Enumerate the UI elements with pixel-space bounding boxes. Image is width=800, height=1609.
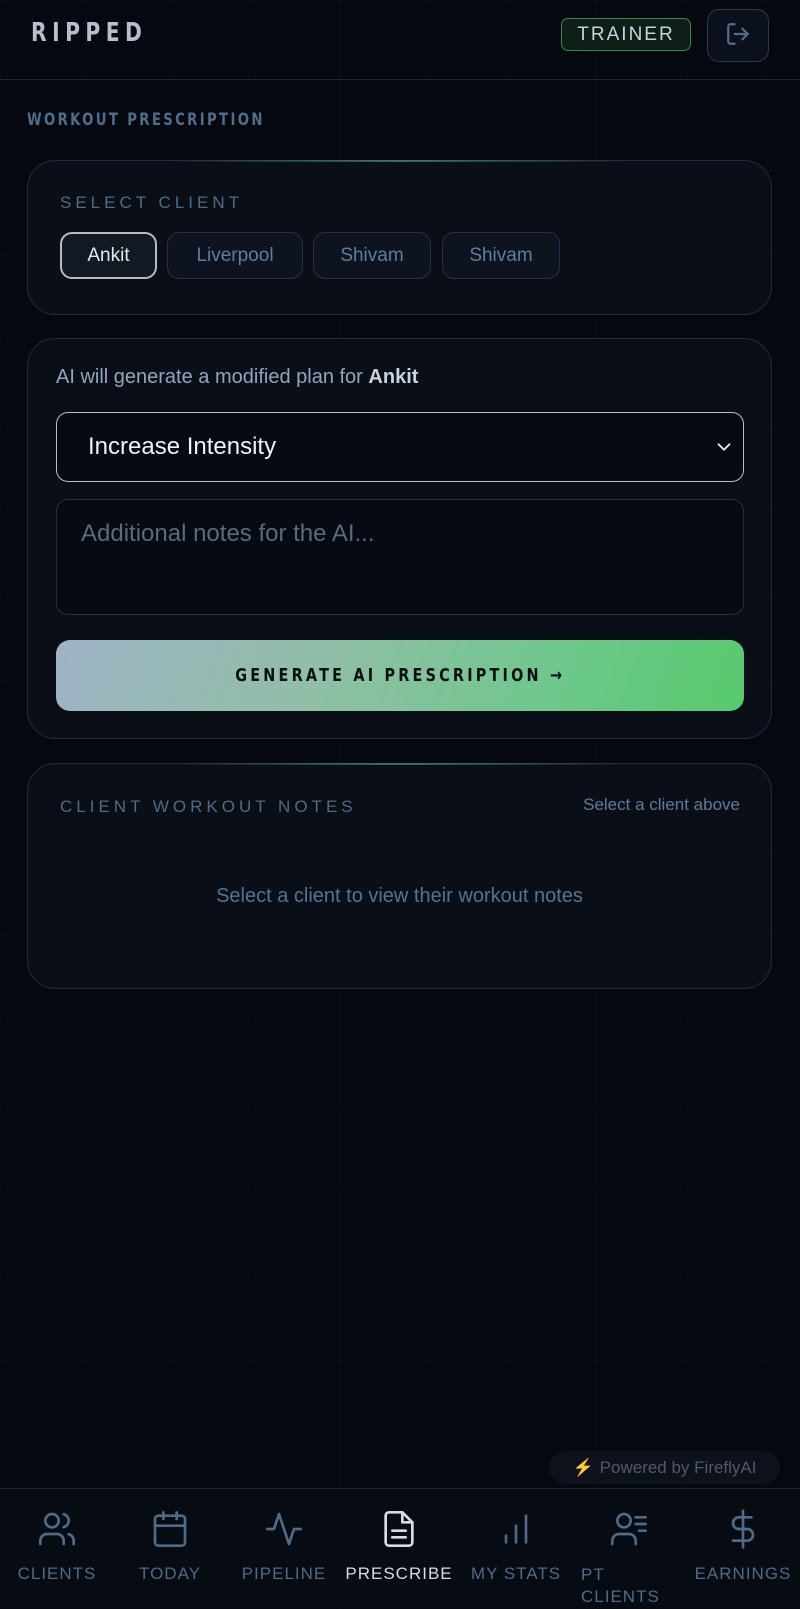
nav-label-today: TODAY bbox=[139, 1564, 201, 1583]
calendar-icon bbox=[150, 1509, 190, 1549]
additional-notes-input[interactable] bbox=[56, 499, 744, 615]
ai-intro-text: AI will generate a modified plan for Ank… bbox=[56, 366, 418, 389]
bottom-nav: CLIENTS TODAY PIPELINE PRESCRIBE MY STAT… bbox=[0, 1488, 800, 1608]
client-chip-ankit[interactable]: Ankit bbox=[60, 232, 157, 279]
logout-icon bbox=[725, 21, 751, 50]
user-list-icon bbox=[609, 1509, 649, 1549]
app-header: RIPPED TRAINER bbox=[0, 0, 800, 80]
workout-notes-empty-message: Select a client to view their workout no… bbox=[216, 885, 583, 907]
nav-label-my-stats: MY STATS bbox=[470, 1564, 562, 1583]
users-icon bbox=[37, 1509, 77, 1549]
modification-type-select[interactable]: Increase Intensity bbox=[56, 412, 744, 482]
select-client-label: SELECT CLIENT bbox=[60, 193, 244, 212]
workout-notes-label: CLIENT WORKOUT NOTES bbox=[60, 797, 357, 816]
workout-notes-card: CLIENT WORKOUT NOTES Select a client abo… bbox=[27, 763, 772, 989]
ai-client-name: Ankit bbox=[368, 366, 419, 388]
nav-label-pipeline: PIPELINE bbox=[241, 1564, 327, 1583]
nav-item-prescribe[interactable]: PRESCRIBE bbox=[342, 1489, 456, 1609]
powered-by-badge: ⚡ Powered by FireflyAI bbox=[549, 1451, 780, 1484]
nav-label-prescribe: PRESCRIBE bbox=[345, 1564, 453, 1583]
client-chip-shivam-2[interactable]: Shivam bbox=[442, 232, 560, 279]
nav-item-pipeline[interactable]: PIPELINE bbox=[227, 1489, 341, 1609]
client-chip-shivam[interactable]: Shivam bbox=[313, 232, 431, 279]
nav-label-earnings: EARNINGS bbox=[694, 1564, 792, 1583]
nav-item-today[interactable]: TODAY bbox=[113, 1489, 227, 1609]
ai-intro-prefix: AI will generate a modified plan for bbox=[56, 366, 363, 388]
chevron-down-icon bbox=[713, 436, 735, 463]
generate-prescription-button[interactable]: GENERATE AI PRESCRIPTION → bbox=[56, 640, 744, 711]
page-title: WORKOUT PRESCRIPTION bbox=[27, 110, 265, 130]
nav-item-my-stats[interactable]: MY STATS bbox=[459, 1489, 573, 1609]
role-badge: TRAINER bbox=[561, 18, 691, 51]
document-icon bbox=[379, 1509, 419, 1549]
select-value: Increase Intensity bbox=[88, 433, 277, 460]
client-chip-liverpool[interactable]: Liverpool bbox=[167, 232, 303, 279]
generate-button-label: GENERATE AI PRESCRIPTION → bbox=[234, 665, 566, 686]
logout-button[interactable] bbox=[707, 9, 769, 62]
nav-label-pt-clients: PT CLIENTS bbox=[581, 1565, 660, 1606]
activity-icon bbox=[264, 1509, 304, 1549]
powered-by-text: Powered by FireflyAI bbox=[599, 1457, 757, 1477]
nav-item-clients[interactable]: CLIENTS bbox=[0, 1489, 114, 1609]
dollar-icon bbox=[723, 1509, 763, 1549]
nav-item-pt-clients[interactable]: PT CLIENTS bbox=[572, 1489, 686, 1609]
bolt-icon: ⚡ bbox=[572, 1457, 594, 1477]
app-logo: RIPPED bbox=[31, 18, 148, 48]
bar-chart-icon bbox=[496, 1509, 536, 1549]
nav-label-clients: CLIENTS bbox=[17, 1564, 97, 1583]
workout-notes-hint: Select a client above bbox=[583, 795, 740, 814]
nav-item-earnings[interactable]: EARNINGS bbox=[686, 1489, 800, 1609]
